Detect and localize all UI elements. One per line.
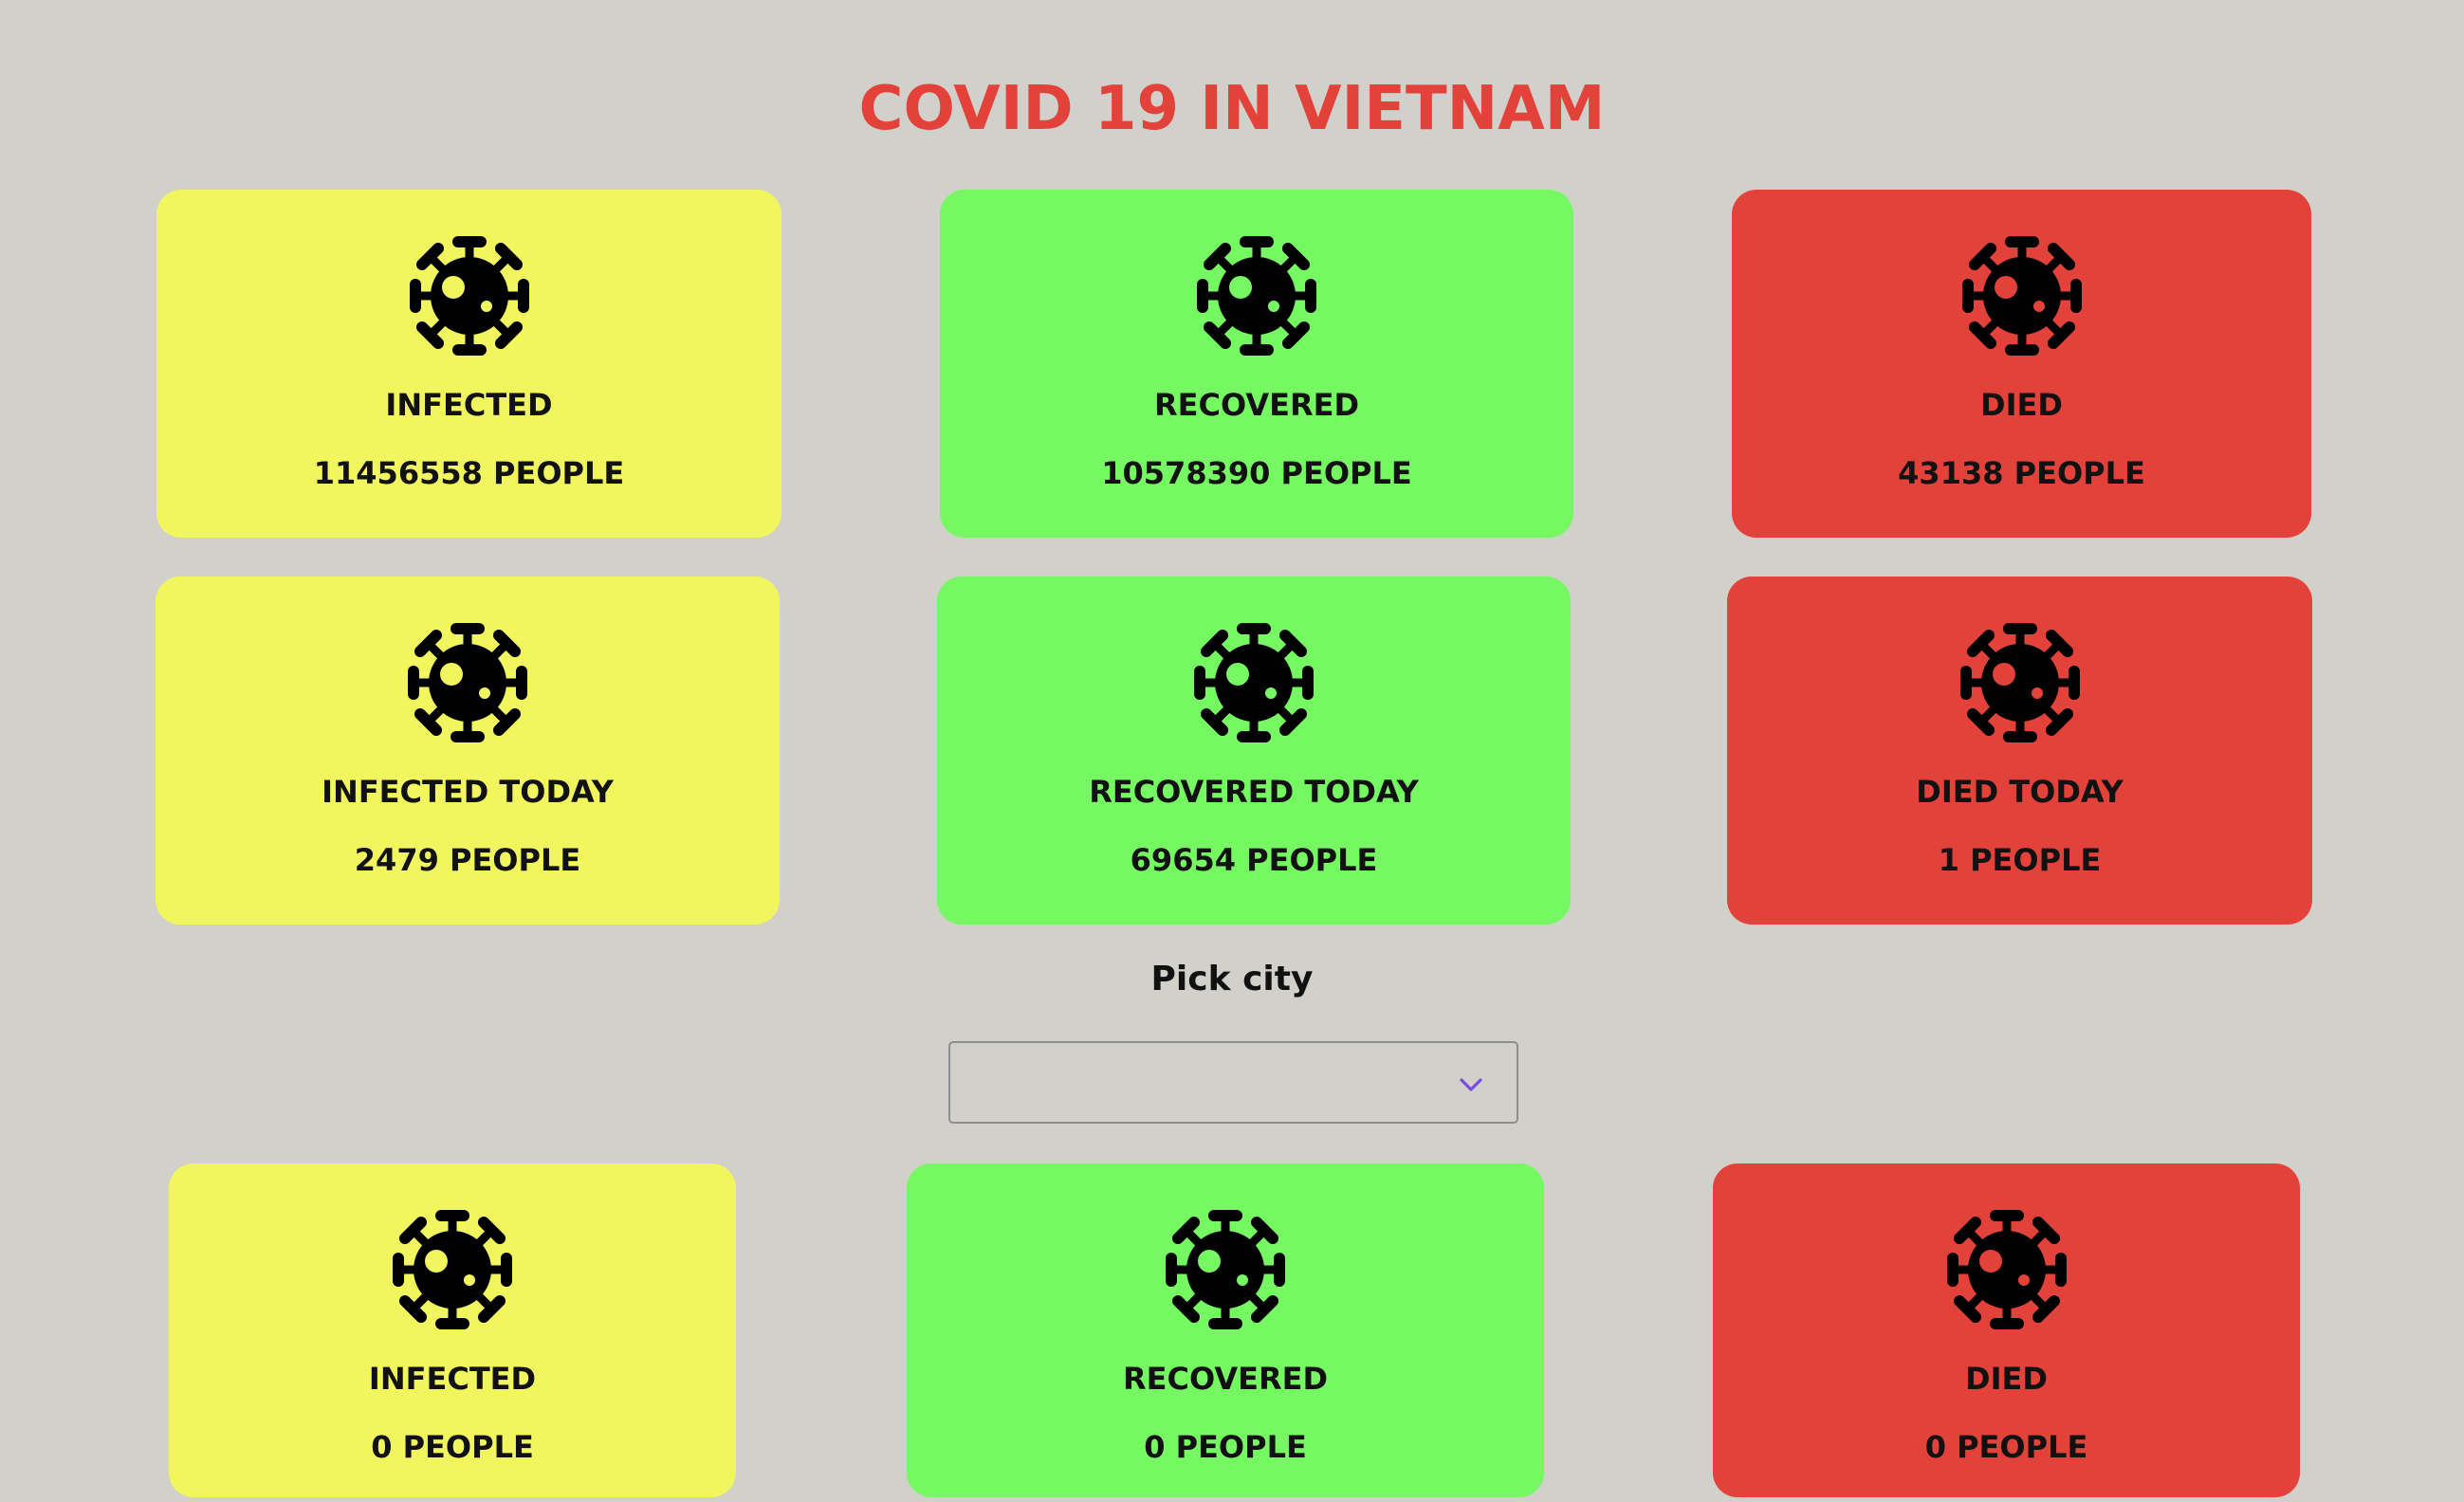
city-infected-value: 0 PEOPLE: [371, 1429, 534, 1465]
city-select[interactable]: [948, 1041, 1518, 1124]
virus-icon: [1164, 1208, 1287, 1331]
recovered-today-card: RECOVERED TODAY 69654 PEOPLE: [937, 577, 1571, 925]
virus-icon: [1945, 1208, 2069, 1331]
died-label: DIED: [1980, 387, 2063, 423]
virus-icon: [1960, 234, 2084, 357]
died-today-value: 1 PEOPLE: [1938, 842, 2102, 878]
recovered-label: RECOVERED: [1153, 387, 1359, 423]
died-today-label: DIED TODAY: [1916, 774, 2124, 810]
city-died-label: DIED: [1965, 1361, 2048, 1397]
virus-icon: [1958, 621, 2082, 744]
virus-icon: [406, 621, 529, 744]
city-infected-card: INFECTED 0 PEOPLE: [169, 1163, 736, 1497]
virus-icon: [1195, 234, 1318, 357]
infected-today-label: INFECTED TODAY: [322, 774, 614, 810]
recovered-today-label: RECOVERED TODAY: [1089, 774, 1419, 810]
infected-today-value: 2479 PEOPLE: [354, 842, 581, 878]
virus-icon: [1192, 621, 1315, 744]
died-card: DIED 43138 PEOPLE: [1732, 190, 2311, 538]
infected-card: INFECTED 11456558 PEOPLE: [156, 190, 781, 538]
virus-icon: [408, 234, 531, 357]
died-value: 43138 PEOPLE: [1898, 455, 2145, 491]
died-today-card: DIED TODAY 1 PEOPLE: [1727, 577, 2312, 925]
page-title: COVID 19 IN VIETNAM: [858, 74, 1606, 144]
city-recovered-card: RECOVERED 0 PEOPLE: [907, 1163, 1544, 1497]
infected-label: INFECTED: [385, 387, 553, 423]
recovered-today-value: 69654 PEOPLE: [1130, 842, 1378, 878]
chevron-down-icon: [1460, 1078, 1482, 1091]
virus-icon: [391, 1208, 514, 1331]
city-died-value: 0 PEOPLE: [1924, 1429, 2088, 1465]
pick-city-label: Pick city: [1150, 960, 1314, 998]
city-recovered-value: 0 PEOPLE: [1144, 1429, 1307, 1465]
infected-today-card: INFECTED TODAY 2479 PEOPLE: [156, 577, 780, 925]
city-infected-label: INFECTED: [368, 1361, 537, 1397]
city-recovered-label: RECOVERED: [1122, 1361, 1328, 1397]
city-died-card: DIED 0 PEOPLE: [1713, 1163, 2300, 1497]
infected-value: 11456558 PEOPLE: [313, 455, 625, 491]
recovered-card: RECOVERED 10578390 PEOPLE: [940, 190, 1573, 538]
recovered-value: 10578390 PEOPLE: [1101, 455, 1412, 491]
dashboard-page: COVID 19 IN VIETNAM INFECTED 11456558 PE…: [0, 0, 2464, 1502]
